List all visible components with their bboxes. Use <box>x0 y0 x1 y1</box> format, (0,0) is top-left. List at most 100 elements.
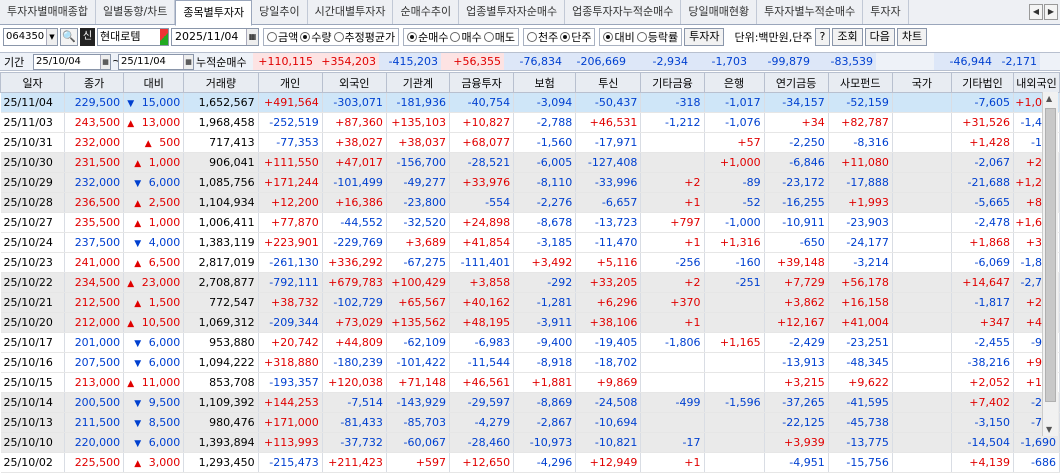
column-header[interactable]: 일자 <box>0 72 66 93</box>
date-field[interactable]: 2025/11/04 ▦ <box>171 28 259 46</box>
table-row[interactable]: 25/11/03 243,500 ▲ 13,000 1,968,458 -252,519… <box>0 112 1060 133</box>
date-cell: 25/10/15 <box>0 372 66 393</box>
radio-trade_group-2[interactable]: 매도 <box>483 29 515 45</box>
column-header[interactable]: 투신 <box>575 72 642 93</box>
radio-amount_group-2[interactable]: 추정평균가 <box>333 29 395 45</box>
value-cell: +7,402 <box>951 392 1015 413</box>
value-cell: +77,870 <box>258 212 323 233</box>
table-row[interactable]: 25/10/16 207,500 ▼ 6,000 1,094,222 +318,880-… <box>0 352 1060 373</box>
value-cell: -23,251 <box>828 332 893 353</box>
tab-7[interactable]: 업종투자자누적순매수 <box>565 0 682 24</box>
chevron-down-icon[interactable]: ▼ <box>46 29 57 45</box>
scroll-thumb[interactable] <box>1045 108 1056 402</box>
table-row[interactable]: 25/10/27 235,500 ▲ 1,000 1,006,411 +77,870 -4… <box>0 212 1060 233</box>
value-cell: +46,531 <box>575 112 642 133</box>
radio-dot-icon[interactable] <box>333 32 344 42</box>
cumulative-sum-cell: -99,879 <box>750 53 813 70</box>
table-row[interactable]: 25/10/20 212,000 ▲ 10,500 1,069,312 -209,344… <box>0 312 1060 333</box>
scroll-down-icon[interactable]: ▼ <box>1046 425 1052 434</box>
column-header[interactable]: 개인 <box>257 72 323 93</box>
table-row[interactable]: 25/10/24 237,500 ▼ 4,000 1,383,119 +223,901-… <box>0 232 1060 253</box>
calendar-icon[interactable]: ▦ <box>246 29 258 45</box>
column-header[interactable]: 내외국인 <box>1013 72 1060 93</box>
table-row[interactable]: 25/10/14 200,500 ▼ 9,500 1,109,392 +144,253-… <box>0 392 1060 413</box>
period-from-field[interactable]: 25/10/04 ▦ <box>33 54 111 70</box>
tab-1[interactable]: 일별동향/차트 <box>96 0 176 24</box>
radio-dot-icon[interactable] <box>300 32 311 42</box>
column-header[interactable]: 기타금융 <box>640 72 705 93</box>
tab-5[interactable]: 순매수추이 <box>393 0 460 24</box>
radio-compare_group-0[interactable]: 대비 <box>603 29 635 45</box>
tab-next-icon[interactable]: ▶ <box>1044 4 1058 20</box>
scroll-up-icon[interactable]: ▲ <box>1046 94 1052 103</box>
column-header[interactable]: 거래량 <box>183 72 259 93</box>
value-cell: -1,596 <box>704 392 765 413</box>
column-header[interactable]: 보험 <box>513 72 577 93</box>
radio-trade_group-0[interactable]: 순매수 <box>407 29 448 45</box>
column-header[interactable]: 외국인 <box>321 72 387 93</box>
radio-dot-icon[interactable] <box>636 32 647 42</box>
table-row[interactable]: 25/10/17 201,000 ▼ 6,000 953,880 +20,742 +44,… <box>0 332 1060 353</box>
tab-4[interactable]: 시간대별투자자 <box>308 0 394 24</box>
radio-dot-icon[interactable] <box>526 32 537 42</box>
value-cell: -13,723 <box>575 212 642 233</box>
table-row[interactable]: 25/10/23 241,000 ▲ 6,500 2,817,019 -261,130 +… <box>0 252 1060 273</box>
next-button[interactable]: 다음 <box>864 28 895 46</box>
radio-dot-icon[interactable] <box>483 32 494 42</box>
column-header[interactable]: 국가 <box>891 72 952 93</box>
value-cell: +597 <box>386 452 450 473</box>
value-cell: +9,622 <box>828 372 893 393</box>
column-header[interactable]: 기관계 <box>385 72 450 93</box>
table-row[interactable]: 25/10/22 234,500 ▲ 23,000 2,708,877 -792,111… <box>0 272 1060 293</box>
radio-amount_group-0[interactable]: 금액 <box>267 29 298 45</box>
radio-dot-icon[interactable] <box>603 32 614 42</box>
search-icon[interactable]: 🔍 <box>60 28 78 46</box>
column-header[interactable]: 사모펀드 <box>827 72 893 93</box>
query-button[interactable]: 조회 <box>832 28 863 46</box>
help-button[interactable]: ? <box>814 28 831 46</box>
calendar-icon[interactable]: ▦ <box>100 55 110 69</box>
radio-dot-icon[interactable] <box>450 32 461 42</box>
radio-amount_group-1[interactable]: 수량 <box>300 29 332 45</box>
table-row[interactable]: 25/10/28 236,500 ▲ 2,500 1,104,934 +12,200 +1… <box>0 192 1060 213</box>
column-header[interactable]: 금융투자 <box>448 72 515 93</box>
column-header[interactable]: 은행 <box>703 72 765 93</box>
stock-name-field[interactable]: 현대로템 <box>97 28 169 46</box>
tab-0[interactable]: 투자자별매매종합 <box>0 0 96 24</box>
radio-dot-icon[interactable] <box>267 32 277 42</box>
table-row[interactable]: 25/11/04 229,500 ▼ 15,000 1,652,567 +491,564… <box>0 92 1060 113</box>
table-row[interactable]: 25/10/29 232,000 ▼ 6,000 1,085,756 +171,244-… <box>0 172 1060 193</box>
radio-trade_group-1[interactable]: 매수 <box>450 29 482 45</box>
radio-unit_group-1[interactable]: 단주 <box>560 29 591 45</box>
column-header[interactable]: 연기금등 <box>763 72 829 93</box>
radio-dot-icon[interactable] <box>560 32 571 42</box>
chart-button[interactable]: 차트 <box>896 28 928 46</box>
tab-prev-icon[interactable]: ◀ <box>1029 4 1043 20</box>
value-cell <box>892 332 952 353</box>
table-row[interactable]: 25/10/15 213,000 ▲ 11,000 853,708 -193,357 +1… <box>0 372 1060 393</box>
vertical-scrollbar[interactable]: ▲ ▼ <box>1042 92 1058 436</box>
tab-3[interactable]: 당일추이 <box>252 0 308 24</box>
tab-9[interactable]: 투자자별누적순매수 <box>757 0 864 24</box>
tab-10[interactable]: 투자자 <box>863 0 909 24</box>
tab-2[interactable]: 종목별투자자 <box>175 0 253 26</box>
table-row[interactable]: 25/10/13 211,500 ▼ 8,500 980,476 +171,000 -81… <box>0 412 1060 433</box>
tab-6[interactable]: 업종별투자자순매수 <box>459 0 566 24</box>
column-header[interactable]: 종가 <box>64 72 125 93</box>
column-header[interactable]: 대비 <box>123 72 185 93</box>
period-to-field[interactable]: 25/11/04 ▦ <box>118 54 194 70</box>
investor-button[interactable]: 투자자 <box>684 28 725 46</box>
radio-compare_group-1[interactable]: 등락률 <box>636 29 678 45</box>
table-row[interactable]: 25/10/30 231,500 ▲ 1,000 906,041 +111,550 +47… <box>0 152 1060 173</box>
value-cell: -1,560 <box>513 132 577 153</box>
radio-dot-icon[interactable] <box>407 32 418 42</box>
tab-8[interactable]: 당일매매현황 <box>681 0 758 24</box>
table-row[interactable]: 25/10/21 212,500 ▲ 1,500 772,547 +38,732 -102… <box>0 292 1060 313</box>
stock-code-field[interactable]: 064350 ▼ <box>3 28 58 46</box>
calendar-icon[interactable]: ▦ <box>183 55 193 69</box>
table-row[interactable]: 25/10/31 232,000 ▲ 500 717,413 -77,353 +38,02… <box>0 132 1060 153</box>
value-cell: +12,949 <box>575 452 642 473</box>
table-row[interactable]: 25/10/02 225,500 ▲ 3,000 1,293,450 -215,473 +… <box>0 452 1060 473</box>
radio-unit_group-0[interactable]: 천주 <box>526 29 558 45</box>
column-header[interactable]: 기타법인 <box>950 72 1015 93</box>
